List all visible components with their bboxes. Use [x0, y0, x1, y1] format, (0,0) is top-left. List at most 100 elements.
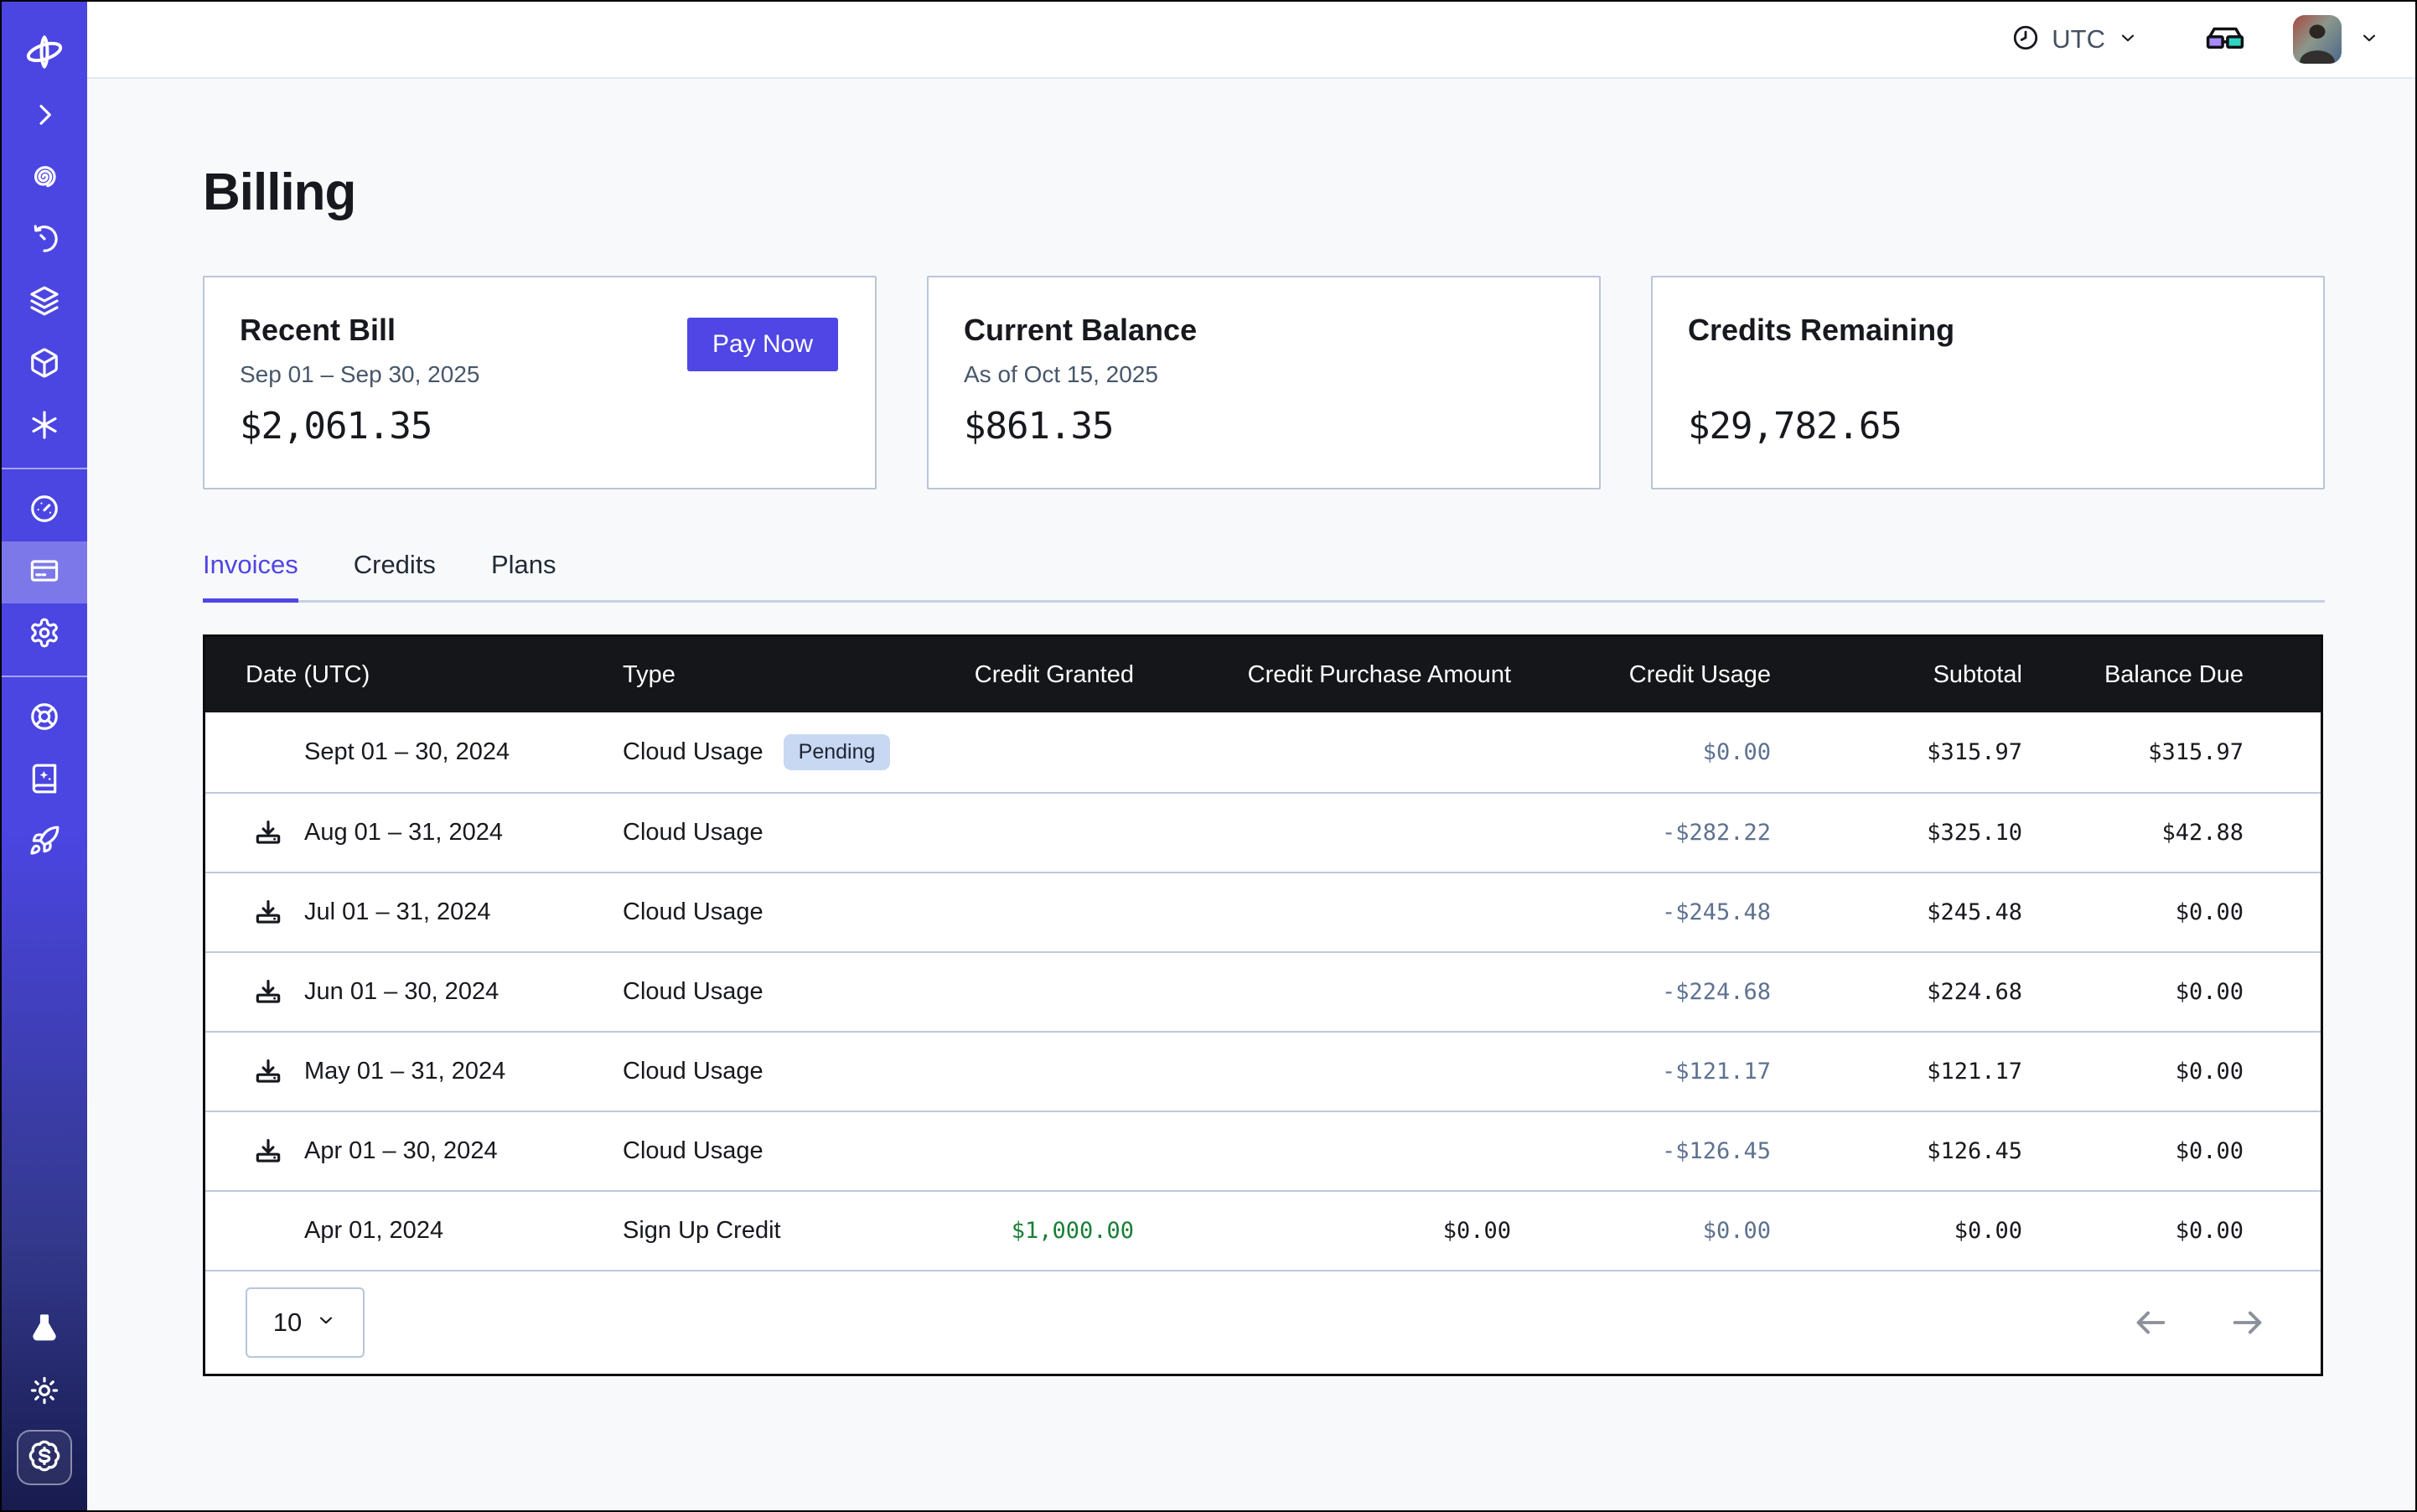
sidebar-item-chevron-right[interactable]	[2, 85, 87, 148]
column-header: Date (UTC)	[205, 661, 623, 689]
subtotal-cell: $245.48	[1771, 899, 2022, 925]
type-cell: Cloud Usage	[623, 1058, 958, 1085]
card-title: Current Balance	[964, 313, 1197, 348]
date-cell: Apr 01, 2024	[205, 1217, 623, 1245]
download-invoice-button[interactable]	[252, 897, 304, 929]
page-size-value: 10	[273, 1307, 302, 1338]
book-sparkles-icon	[28, 763, 60, 799]
credit-usage-cell: -$126.45	[1511, 1138, 1771, 1164]
invoice-type: Cloud Usage	[623, 738, 763, 766]
status-badge: Pending	[784, 734, 891, 770]
current-balance-card: Current Balance As of Oct 15, 2025 $861.…	[927, 276, 1601, 489]
invoice-row: Apr 01, 2024 Sign Up Credit $1,000.00 $0.00…	[205, 1190, 2321, 1270]
download-invoice-button[interactable]	[252, 1056, 304, 1088]
column-header: Credit Purchase Amount	[1134, 661, 1511, 689]
invoices-table: Date (UTC)TypeCredit GrantedCredit Purch…	[203, 634, 2323, 1376]
invoice-type: Cloud Usage	[623, 1137, 763, 1165]
type-cell: Cloud Usage	[623, 819, 958, 847]
table-header-row: Date (UTC)TypeCredit GrantedCredit Purch…	[205, 637, 2321, 712]
sidebar-item-gauge[interactable]	[2, 479, 87, 541]
sidebar-item-flask[interactable]	[2, 1299, 87, 1361]
tab-credits[interactable]: Credits	[354, 550, 436, 600]
gauge-icon	[28, 493, 60, 529]
credit-usage-cell: -$245.48	[1511, 899, 1771, 925]
sidebar-item-settings-gear[interactable]	[2, 603, 87, 665]
column-header: Credit Usage	[1511, 661, 1771, 689]
credit-granted-cell: $1,000.00	[958, 1218, 1134, 1244]
invoice-type: Cloud Usage	[623, 978, 763, 1006]
billing-card-icon	[28, 555, 60, 591]
flask-icon	[28, 1313, 60, 1349]
balance-due-cell: $0.00	[2022, 1138, 2321, 1164]
invoice-date: May 01 – 31, 2024	[304, 1058, 505, 1085]
credit-usage-cell: -$121.17	[1511, 1059, 1771, 1085]
sidebar-item-billing-card[interactable]	[2, 541, 87, 603]
summary-cards: Recent Bill Sep 01 – Sep 30, 2025 $2,061…	[203, 276, 2415, 489]
credits-badge-button[interactable]	[17, 1430, 72, 1485]
pay-now-button[interactable]: Pay Now	[687, 318, 838, 371]
card-amount: $861.35	[964, 405, 1113, 448]
sidebar-item-box[interactable]	[2, 334, 87, 396]
sidebar-item-book-sparkles[interactable]	[2, 749, 87, 811]
invoice-row: Sept 01 – 30, 2024Cloud UsagePending$0.0…	[205, 712, 2321, 792]
card-subtitle: Sep 01 – Sep 30, 2025	[240, 361, 479, 388]
sidebar-item-spiral[interactable]	[2, 148, 87, 210]
invoice-date: Jun 01 – 30, 2024	[304, 978, 499, 1006]
subtotal-cell: $315.97	[1771, 739, 2022, 765]
invoice-date: Apr 01 – 30, 2024	[304, 1137, 498, 1165]
subtotal-cell: $224.68	[1771, 979, 2022, 1005]
3d-glasses-button[interactable]	[2204, 18, 2246, 60]
card-amount: $29,782.65	[1688, 405, 1902, 448]
sidebar-item-timer[interactable]	[2, 210, 87, 272]
card-title: Recent Bill	[240, 313, 396, 348]
download-invoice-button[interactable]	[252, 1136, 304, 1168]
credit-usage-cell: -$282.22	[1511, 820, 1771, 846]
column-header: Subtotal	[1771, 661, 2022, 689]
date-cell: Jul 01 – 31, 2024	[205, 897, 623, 929]
sidebar-item-sun[interactable]	[2, 1361, 87, 1423]
card-title: Credits Remaining	[1688, 313, 1954, 348]
invoice-row: Jul 01 – 31, 2024Cloud Usage-$245.48$245…	[205, 872, 2321, 951]
sidebar-item-life-buoy[interactable]	[2, 687, 87, 749]
subtotal-cell: $126.45	[1771, 1138, 2022, 1164]
column-header: Balance Due	[2022, 661, 2321, 689]
type-cell: Cloud Usage	[623, 978, 958, 1006]
balance-due-cell: $0.00	[2022, 1218, 2321, 1244]
tab-plans[interactable]: Plans	[491, 550, 556, 600]
settings-gear-icon	[28, 617, 60, 653]
date-cell: Aug 01 – 31, 2024	[205, 817, 623, 849]
app-logo-icon[interactable]	[23, 30, 66, 74]
previous-page-button[interactable]	[2131, 1303, 2170, 1342]
timezone-selector[interactable]: UTC	[2011, 23, 2139, 56]
invoice-row: Aug 01 – 31, 2024Cloud Usage-$282.22$325…	[205, 792, 2321, 872]
invoice-type: Sign Up Credit	[623, 1217, 781, 1245]
topbar: UTC	[87, 2, 2415, 79]
download-invoice-button[interactable]	[252, 817, 304, 849]
table-pagination: 10	[205, 1270, 2321, 1374]
rocket-icon	[28, 825, 60, 861]
next-page-button[interactable]	[2228, 1303, 2267, 1342]
page-size-select[interactable]: 10	[246, 1287, 365, 1358]
download-invoice-button[interactable]	[252, 976, 304, 1008]
spiral-icon	[28, 161, 60, 197]
credit-usage-cell: -$224.68	[1511, 979, 1771, 1005]
card-amount: $2,061.35	[240, 405, 432, 448]
credit-usage-cell: $0.00	[1511, 739, 1771, 765]
chevron-down-icon	[315, 1307, 337, 1338]
layers-icon	[28, 285, 60, 321]
invoice-row: May 01 – 31, 2024Cloud Usage-$121.17$121…	[205, 1031, 2321, 1111]
date-cell: Jun 01 – 30, 2024	[205, 976, 623, 1008]
column-header: Credit Granted	[958, 661, 1134, 689]
app-window: UTC Billing Recent Bill Sep 01 – Sep 30,…	[0, 0, 2417, 1512]
box-icon	[28, 347, 60, 383]
sidebar-item-asterisk[interactable]	[2, 396, 87, 458]
sidebar-item-rocket[interactable]	[2, 811, 87, 873]
page-title: Billing	[203, 163, 2415, 222]
invoice-date: Apr 01, 2024	[304, 1217, 443, 1245]
balance-due-cell: $42.88	[2022, 820, 2321, 846]
credit-usage-cell: $0.00	[1511, 1218, 1771, 1244]
account-menu[interactable]	[2293, 15, 2380, 64]
sidebar-item-layers[interactable]	[2, 272, 87, 334]
tab-invoices[interactable]: Invoices	[203, 550, 298, 600]
avatar	[2293, 15, 2342, 64]
